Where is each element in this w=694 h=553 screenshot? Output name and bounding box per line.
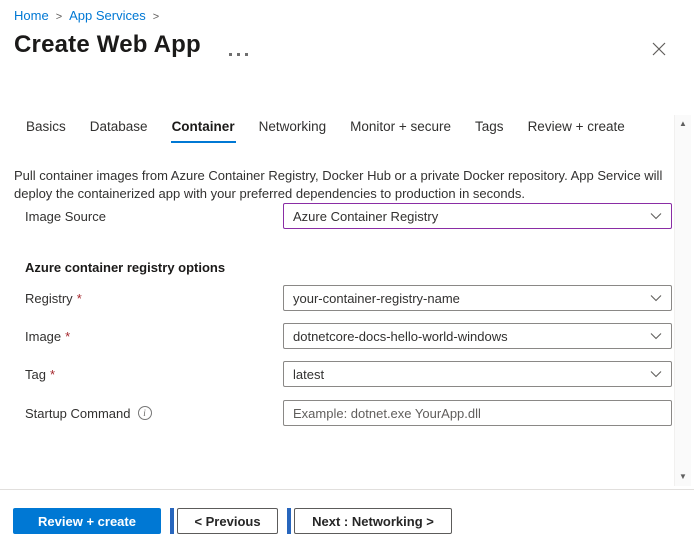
ellipsis-icon: [229, 53, 232, 56]
breadcrumb: Home > App Services >: [14, 8, 166, 23]
footer-divider: [0, 489, 694, 490]
tag-label: Tag *: [25, 367, 283, 382]
container-intro-text: Pull container images from Azure Contain…: [14, 167, 666, 203]
startup-command-label: Startup Command i: [25, 406, 283, 421]
registry-dropdown[interactable]: your-container-registry-name: [283, 285, 672, 311]
image-source-value: Azure Container Registry: [293, 209, 438, 224]
ellipsis-icon: [245, 53, 248, 56]
image-source-label: Image Source: [25, 209, 283, 224]
image-source-dropdown[interactable]: Azure Container Registry: [283, 203, 672, 229]
review-create-button[interactable]: Review + create: [13, 508, 161, 534]
image-value: dotnetcore-docs-hello-world-windows: [293, 329, 508, 344]
next-button-accent-bar: [287, 508, 291, 534]
required-asterisk: *: [50, 367, 55, 382]
registry-row: Registry * your-container-registry-name: [25, 285, 672, 311]
ellipsis-icon: [237, 53, 240, 56]
tab-container[interactable]: Container: [171, 119, 236, 143]
page-title: Create Web App: [14, 31, 201, 59]
close-button[interactable]: [650, 40, 668, 58]
scroll-up-icon[interactable]: ▲: [679, 115, 687, 133]
tag-dropdown[interactable]: latest: [283, 361, 672, 387]
breadcrumb-home-link[interactable]: Home: [14, 8, 49, 23]
tab-database[interactable]: Database: [89, 119, 149, 143]
scroll-down-icon[interactable]: ▼: [679, 468, 687, 486]
image-dropdown[interactable]: dotnetcore-docs-hello-world-windows: [283, 323, 672, 349]
image-source-row: Image Source Azure Container Registry: [25, 203, 672, 229]
vertical-scrollbar[interactable]: ▲ ▼: [674, 115, 691, 486]
chevron-down-icon: [650, 332, 662, 340]
tab-bar: Basics Database Container Networking Mon…: [25, 119, 626, 143]
required-asterisk: *: [65, 329, 70, 344]
close-icon: [652, 42, 666, 56]
startup-command-input[interactable]: [283, 400, 672, 426]
tab-review-create[interactable]: Review + create: [527, 119, 626, 143]
create-web-app-blade: Home > App Services > Create Web App Basics…: [0, 0, 694, 553]
info-icon[interactable]: i: [138, 406, 152, 420]
registry-label: Registry *: [25, 291, 283, 306]
acr-options-heading: Azure container registry options: [25, 260, 225, 275]
previous-button[interactable]: < Previous: [177, 508, 278, 534]
chevron-down-icon: [650, 294, 662, 302]
tab-basics[interactable]: Basics: [25, 119, 67, 143]
image-label: Image *: [25, 329, 283, 344]
breadcrumb-separator: >: [56, 11, 62, 23]
breadcrumb-app-services-link[interactable]: App Services: [69, 8, 146, 23]
tab-networking[interactable]: Networking: [258, 119, 328, 143]
image-row: Image * dotnetcore-docs-hello-world-wind…: [25, 323, 672, 349]
tab-monitor-secure[interactable]: Monitor + secure: [349, 119, 452, 143]
previous-button-accent-bar: [170, 508, 174, 534]
chevron-down-icon: [650, 370, 662, 378]
tag-row: Tag * latest: [25, 361, 672, 387]
registry-value: your-container-registry-name: [293, 291, 460, 306]
breadcrumb-separator: >: [153, 11, 159, 23]
startup-command-row: Startup Command i: [25, 400, 672, 426]
chevron-down-icon: [650, 212, 662, 220]
more-options-button[interactable]: [226, 50, 251, 59]
required-asterisk: *: [77, 291, 82, 306]
tab-tags[interactable]: Tags: [474, 119, 505, 143]
tag-value: latest: [293, 367, 324, 382]
next-networking-button[interactable]: Next : Networking >: [294, 508, 452, 534]
